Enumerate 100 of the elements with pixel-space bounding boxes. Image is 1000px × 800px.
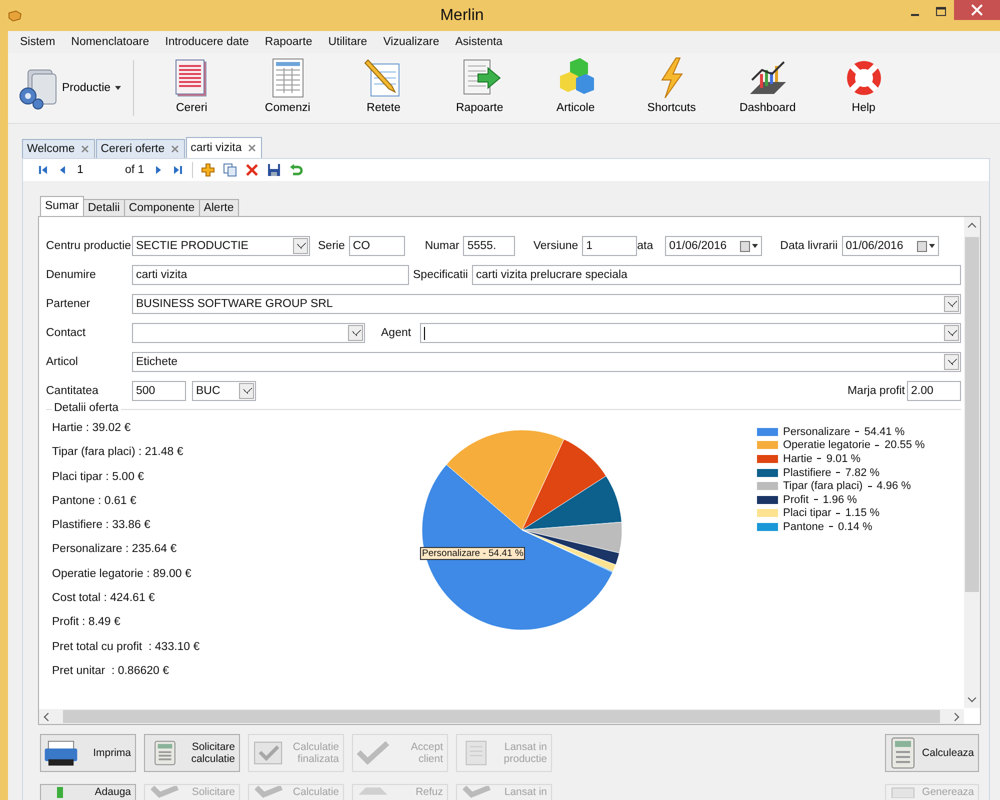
legend-value: 0.14 %	[838, 520, 872, 533]
quantity-field[interactable]: 500	[132, 381, 186, 401]
cost-line: Pret total cu profit : 433.10 €	[52, 640, 201, 655]
horizontal-scrollbar[interactable]	[39, 709, 964, 724]
close-icon[interactable]	[248, 144, 256, 152]
close-icon[interactable]	[954, 0, 1000, 20]
window-title: Merlin	[439, 6, 485, 24]
ribbon-button[interactable]: Comenzi	[240, 56, 336, 120]
legend-label: Personalizare	[783, 426, 850, 438]
cost-line: Hartie : 39.02 €	[52, 422, 132, 436]
cost-line: Placi tipar : 5.00 €	[52, 470, 146, 485]
legend-value: 4.96 %	[876, 480, 911, 492]
field-label: Cantitatea	[46, 385, 100, 397]
ribbon-button[interactable]: Shortcuts	[624, 56, 720, 120]
copy-icon[interactable]	[223, 163, 238, 177]
menu-item[interactable]: Rapoarte	[264, 36, 312, 48]
cost-line: Tipar (fara placi) : 21.48 €	[52, 446, 184, 460]
specifications-field[interactable]: carti vizita prelucrare speciala	[472, 265, 961, 285]
field-label: ata	[637, 240, 654, 252]
field-label: Contact	[46, 327, 87, 339]
action-button[interactable]: Solicitare calculatie	[144, 734, 240, 772]
field-label: Versiune	[533, 240, 578, 252]
document-tab[interactable]: Welcome	[22, 139, 95, 158]
version-field[interactable]: 1	[582, 236, 638, 256]
close-icon[interactable]	[170, 145, 179, 153]
article-dropdown[interactable]: Etichete	[132, 352, 961, 372]
record-count: of 1	[125, 164, 144, 176]
field-label: Partener	[46, 298, 92, 310]
first-record-icon[interactable]	[37, 164, 49, 176]
action-button[interactable]: Adauga	[40, 784, 136, 800]
cost-line: Pret unitar : 0.86620 €	[52, 664, 170, 679]
action-button[interactable]: Imprima	[40, 734, 136, 772]
field-label: Agent	[381, 327, 412, 339]
delete-icon[interactable]	[245, 163, 260, 177]
legend-value: 1.96 %	[822, 494, 857, 506]
legend-value: 1.15 %	[845, 507, 880, 520]
legend-label: Profit	[783, 494, 809, 506]
ribbon-button[interactable]: Cereri	[144, 56, 240, 120]
number-field[interactable]: 5555.	[463, 236, 516, 256]
legend-label: Hartie	[783, 452, 812, 465]
menu-item[interactable]: Introducere date	[165, 36, 249, 48]
document-tab[interactable]: carti vizita	[186, 137, 262, 158]
field-label: Data livrarii	[780, 240, 838, 252]
vertical-scrollbar[interactable]	[964, 217, 980, 708]
form-tab[interactable]: Sumar	[40, 196, 84, 216]
legend-label: Tipar (fara placi)	[783, 480, 863, 492]
add-icon[interactable]	[201, 163, 216, 177]
name-field[interactable]: carti vizita	[132, 265, 409, 285]
legend-label: Placi tipar	[783, 507, 832, 520]
legend-label: Pantone	[783, 520, 824, 533]
calculate-button[interactable]: Calculeaza	[885, 734, 979, 772]
bar-icon	[57, 787, 63, 798]
legend-label: Operatie legatorie	[783, 439, 870, 452]
field-label: Marja profit	[847, 385, 905, 397]
menu-item[interactable]: Sistem	[20, 36, 56, 48]
ribbon-button[interactable]: Dashboard	[720, 56, 816, 120]
profit-margin-field[interactable]: 2.00	[907, 381, 961, 401]
group-title: Detalii oferta	[52, 402, 121, 414]
cost-line: Profit : 8.49 €	[52, 616, 122, 630]
date-picker[interactable]: 01/06/2016	[665, 236, 762, 256]
legend-label: Plastifiere	[783, 466, 832, 479]
form-tab[interactable]: Alerte	[198, 199, 239, 216]
undo-icon[interactable]	[289, 163, 304, 177]
field-label: Articol	[46, 356, 79, 368]
field-label: Specificatii	[413, 269, 468, 281]
field-label: Numar	[424, 240, 460, 252]
contact-dropdown[interactable]	[132, 323, 365, 343]
app-icon	[8, 10, 22, 22]
date-picker[interactable]: 01/06/2016	[842, 236, 939, 256]
menu-item[interactable]: Asistenta	[455, 36, 503, 48]
field-label: Serie	[318, 240, 345, 252]
form-tab[interactable]: Detalii	[82, 199, 125, 216]
cost-line: Pantone : 0.61 €	[52, 494, 138, 509]
ribbon-button[interactable]: Articole	[528, 56, 624, 120]
cost-line: Plastifiere : 33.86 €	[52, 519, 152, 534]
field-label: Denumire	[46, 269, 97, 281]
ribbon-button[interactable]: Help	[816, 56, 912, 120]
series-field[interactable]: CO	[348, 236, 405, 256]
save-icon[interactable]	[267, 163, 282, 177]
unit-dropdown[interactable]: BUC	[192, 381, 256, 401]
agent-dropdown[interactable]	[420, 323, 961, 343]
menu-item[interactable]: Utilitare	[328, 36, 368, 48]
form-tab[interactable]: Componente	[124, 199, 200, 216]
partner-dropdown[interactable]: BUSINESS SOFTWARE GROUP SRL	[132, 294, 961, 314]
cost-line: Cost total : 424.61 €	[52, 592, 156, 606]
module-dropdown[interactable]: Productie	[18, 63, 125, 113]
menu-item[interactable]: Nomenclatoare	[71, 36, 150, 48]
field-label: Centru productie	[46, 240, 132, 252]
legend-value: 54.41 %	[864, 426, 905, 438]
menu-item[interactable]: Vizualizare	[383, 36, 440, 48]
production-center-dropdown[interactable]: SECTIE PRODUCTIE	[132, 236, 310, 256]
legend-value: 9.01 %	[826, 452, 861, 465]
chart-tooltip: Personalizare - 54.41 %	[420, 547, 526, 560]
cost-line: Personalizare : 235.64 €	[52, 543, 178, 558]
document-tab[interactable]: Cereri oferte	[96, 139, 185, 158]
close-icon[interactable]	[80, 145, 89, 153]
ribbon-button[interactable]: Retete	[336, 56, 432, 120]
legend-value: 20.55 %	[884, 439, 925, 452]
ribbon-button[interactable]: Rapoarte	[432, 56, 528, 120]
last-record-icon[interactable]	[172, 164, 184, 176]
